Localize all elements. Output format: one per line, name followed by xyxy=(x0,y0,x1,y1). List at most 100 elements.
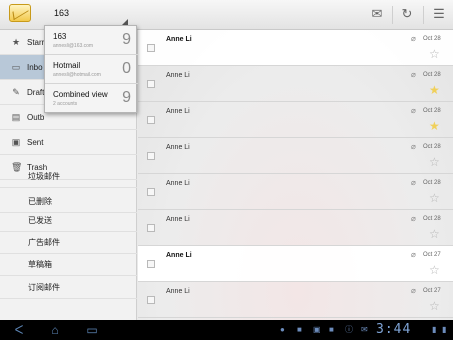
attachment-icon: ⌀ xyxy=(411,250,416,259)
unread-count: 9 xyxy=(122,31,131,48)
notification-icon[interactable]: ■ xyxy=(297,325,302,335)
message-sender: Anne Li xyxy=(166,288,190,295)
folder-spam[interactable]: 垃圾邮件 xyxy=(0,163,137,188)
account-name: 163 xyxy=(53,32,67,41)
battery-icon: ▮ xyxy=(442,325,447,334)
account-option-163[interactable]: 163 annesli@163.com 9 xyxy=(45,26,138,55)
star-icon[interactable]: ☆ xyxy=(429,228,440,240)
select-checkbox[interactable] xyxy=(147,260,155,268)
sent-icon: ▣ xyxy=(11,137,21,147)
account-address: annesli@hotmail.com xyxy=(53,72,101,78)
folder-label: 已删除 xyxy=(28,197,52,206)
select-checkbox[interactable] xyxy=(147,80,155,88)
star-icon[interactable]: ☆ xyxy=(429,156,440,168)
folder-label: 订阅邮件 xyxy=(28,283,60,292)
notification-icon[interactable]: ■ xyxy=(329,325,334,335)
folder-label: Draft xyxy=(27,88,45,97)
attachment-icon: ⌀ xyxy=(411,70,416,79)
account-name: Combined view xyxy=(53,90,108,99)
message-row[interactable]: Anne Li ⌀ Oct 28 ☆ xyxy=(138,174,453,210)
folder-label: 垃圾邮件 xyxy=(28,172,60,181)
back-icon[interactable]: ᐸ xyxy=(8,323,30,337)
select-checkbox[interactable] xyxy=(147,152,155,160)
message-date: Oct 28 xyxy=(423,144,441,150)
message-list: Anne Li ⌀ Oct 28 ☆ Anne Li ⌀ Oct 28 ★ An… xyxy=(138,30,453,320)
folder-drafts-cn[interactable]: 草稿箱 xyxy=(0,251,137,276)
attachment-icon: ⌀ xyxy=(411,34,416,43)
star-icon[interactable]: ☆ xyxy=(429,192,440,204)
message-sender: Anne Li xyxy=(166,216,190,223)
account-address: 2 accounts xyxy=(53,101,78,107)
system-bar: ᐸ ⌂ ▭ ● ■ ▣ ■ ⓘ ✉ 3:44 ▮ ▮ xyxy=(0,320,453,340)
unread-count: 9 xyxy=(122,89,131,106)
message-date: Oct 28 xyxy=(423,72,441,78)
home-icon[interactable]: ⌂ xyxy=(44,323,66,337)
account-spinner-label: 163 xyxy=(54,8,70,18)
star-icon[interactable]: ☆ xyxy=(429,264,440,276)
attachment-icon: ⌀ xyxy=(411,214,416,223)
select-checkbox[interactable] xyxy=(147,224,155,232)
attachment-icon: ⌀ xyxy=(411,142,416,151)
account-option-hotmail[interactable]: Hotmail annesli@hotmail.com 0 xyxy=(45,55,138,84)
message-sender: Anne Li xyxy=(166,144,190,151)
attachment-icon: ⌀ xyxy=(411,178,416,187)
email-app-icon[interactable] xyxy=(9,4,31,22)
folder-label: Starr xyxy=(27,38,45,47)
message-date: Oct 28 xyxy=(423,36,441,42)
folder-label: 草稿箱 xyxy=(28,260,52,269)
drafts-icon: ✎ xyxy=(12,87,20,97)
message-sender: Anne Li xyxy=(166,180,190,187)
select-checkbox[interactable] xyxy=(147,116,155,124)
star-icon: ★ xyxy=(11,37,21,47)
message-row[interactable]: Anne Li ⌀ Oct 27 ☆ xyxy=(138,246,453,282)
message-date: Oct 27 xyxy=(423,252,441,258)
star-icon[interactable]: ☆ xyxy=(429,48,440,60)
signal-icon: ▮ xyxy=(432,325,437,334)
toolbar-divider xyxy=(423,6,424,24)
outbox-icon: ▤ xyxy=(11,112,21,122)
select-checkbox[interactable] xyxy=(147,188,155,196)
message-date: Oct 28 xyxy=(423,216,441,222)
star-icon[interactable]: ★ xyxy=(429,84,440,96)
inbox-icon: ▭ xyxy=(11,62,21,72)
folder-label: Inbo xyxy=(27,63,43,72)
account-dropdown: 163 annesli@163.com 9 Hotmail annesli@ho… xyxy=(44,25,138,113)
message-sender: Anne Li xyxy=(166,252,192,259)
notification-icon[interactable]: ▣ xyxy=(313,325,321,335)
recent-apps-icon[interactable]: ▭ xyxy=(81,323,103,337)
refresh-icon[interactable]: ↻ xyxy=(399,6,415,22)
account-name: Hotmail xyxy=(53,61,81,70)
info-icon[interactable]: ⓘ xyxy=(345,325,353,335)
message-row[interactable]: Anne Li ⌀ Oct 28 ☆ xyxy=(138,210,453,246)
message-sender: Anne Li xyxy=(166,108,190,115)
account-option-combined[interactable]: Combined view 2 accounts 9 xyxy=(45,84,138,113)
select-checkbox[interactable] xyxy=(147,44,155,52)
compose-icon[interactable]: ✉ xyxy=(369,6,385,22)
folder-label: 广告邮件 xyxy=(28,238,60,247)
message-sender: Anne Li xyxy=(166,36,192,43)
menu-icon[interactable]: ☰ xyxy=(431,6,447,22)
message-row[interactable]: Anne Li ⌀ Oct 28 ★ xyxy=(138,66,453,102)
folder-sent[interactable]: ▣ Sent xyxy=(0,130,137,155)
message-row[interactable]: Anne Li ⌀ Oct 28 ☆ xyxy=(138,138,453,174)
select-checkbox[interactable] xyxy=(147,296,155,304)
message-date: Oct 28 xyxy=(423,180,441,186)
email-notification-icon[interactable]: ✉ xyxy=(361,325,368,335)
star-icon[interactable]: ☆ xyxy=(429,300,440,312)
account-address: annesli@163.com xyxy=(53,43,94,49)
message-row[interactable]: Anne Li ⌀ Oct 28 ★ xyxy=(138,102,453,138)
toolbar-divider xyxy=(392,6,393,24)
star-icon[interactable]: ★ xyxy=(429,120,440,132)
message-date: Oct 28 xyxy=(423,108,441,114)
folder-label: Outb xyxy=(27,113,45,122)
message-sender: Anne Li xyxy=(166,72,190,79)
folder-label: 已发送 xyxy=(28,216,52,225)
folder-subscriptions[interactable]: 订阅邮件 xyxy=(0,274,137,299)
message-row[interactable]: Anne Li ⌀ Oct 27 ☆ xyxy=(138,282,453,318)
attachment-icon: ⌀ xyxy=(411,286,416,295)
clock[interactable]: 3:44 xyxy=(376,322,411,338)
unread-count: 0 xyxy=(122,60,131,77)
message-date: Oct 27 xyxy=(423,288,441,294)
notification-icon[interactable]: ● xyxy=(280,325,285,335)
message-row[interactable]: Anne Li ⌀ Oct 28 ☆ xyxy=(138,30,453,66)
